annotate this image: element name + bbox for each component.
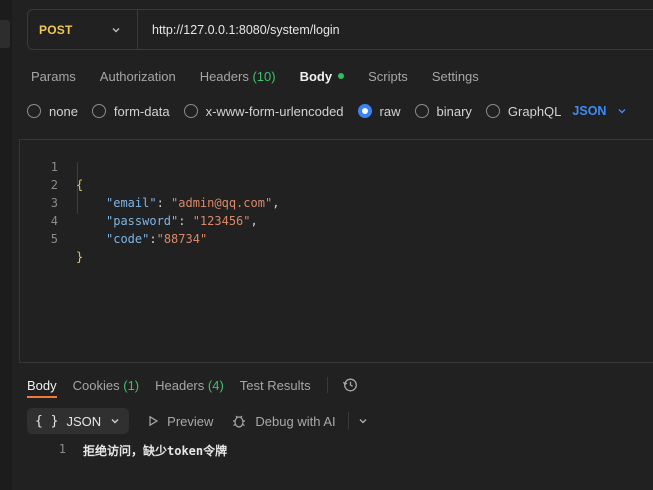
radio-binary[interactable]: [414, 104, 429, 118]
request-body-editor[interactable]: 1 { 2 "email": "admin@qq.com", 3 "passwo…: [19, 139, 653, 363]
radio-urlencoded[interactable]: [183, 104, 198, 118]
tab-settings[interactable]: Settings: [432, 69, 479, 84]
editor-line: 3 "password": "123456",: [20, 176, 258, 228]
response-format-label: JSON: [66, 413, 102, 429]
chevron-down-icon: [112, 28, 120, 33]
response-tabs: Body Cookies (1) Headers (4) Test Result…: [27, 376, 358, 394]
tab-body[interactable]: Body: [300, 69, 345, 84]
preview-label: Preview: [167, 413, 214, 429]
response-tab-headers[interactable]: Headers (4): [155, 378, 224, 393]
request-url-bar: POST http://127.0.0.1:8080/system/login: [27, 9, 653, 50]
code-text: {: [76, 178, 84, 192]
code-text: "code":"88734": [106, 230, 207, 248]
body-type-urlencoded[interactable]: x-www-form-urlencoded: [183, 103, 344, 119]
chevron-down-icon[interactable]: [616, 105, 628, 117]
body-type-graphql[interactable]: GraphQL: [485, 103, 562, 119]
sidebar-strip: [0, 0, 12, 490]
response-format-select[interactable]: { } JSON: [27, 408, 130, 434]
body-type-binary-label: binary: [436, 103, 472, 119]
json-key: "email": [106, 196, 157, 210]
editor-line: 2 "email": "admin@qq.com",: [20, 158, 280, 210]
url-input[interactable]: http://127.0.0.1:8080/system/login: [138, 23, 340, 37]
tab-body-label: Body: [299, 68, 333, 84]
language-select[interactable]: JSON: [572, 104, 606, 118]
response-tab-cookies[interactable]: Cookies (1): [73, 378, 139, 393]
tab-headers[interactable]: Headers (10): [200, 69, 276, 84]
chevron-down-icon: [111, 419, 119, 424]
body-modified-dot: [338, 73, 345, 80]
play-icon: [149, 415, 159, 427]
code-text: }: [76, 250, 84, 264]
method-select[interactable]: POST: [28, 10, 138, 49]
json-value: "88734": [156, 232, 208, 246]
divider: [347, 412, 349, 430]
chevron-down-icon[interactable]: [357, 415, 369, 427]
body-type-form-data-label: form-data: [113, 103, 170, 119]
radio-raw[interactable]: [357, 104, 372, 118]
tab-headers-count: (10): [252, 68, 276, 84]
response-tab-cookies-label: Cookies: [72, 377, 120, 393]
json-colon: :: [149, 232, 157, 246]
response-tab-test-results[interactable]: Test Results: [240, 378, 311, 393]
divider: [326, 377, 328, 393]
headers-count: (4): [207, 377, 224, 393]
json-colon: :: [156, 196, 172, 210]
tab-authorization[interactable]: Authorization: [100, 69, 176, 84]
line-number: 1: [58, 442, 66, 456]
response-toolbar: { } JSON Preview Debug with AI: [27, 408, 369, 434]
response-text: 拒绝访问，缺少token令牌: [83, 444, 228, 458]
body-type-graphql-label: GraphQL: [507, 103, 562, 119]
cookies-count: (1): [123, 377, 140, 393]
request-tabs: Params Authorization Headers (10) Body S…: [31, 67, 503, 85]
response-tab-body[interactable]: Body: [27, 378, 57, 393]
json-value: "123456": [192, 214, 251, 228]
json-key: "code": [106, 232, 150, 246]
braces-icon: { }: [35, 413, 59, 429]
body-type-selector: none form-data x-www-form-urlencoded raw…: [27, 103, 628, 119]
body-type-raw-label: raw: [379, 103, 401, 119]
json-colon: :: [178, 214, 193, 228]
editor-line: 5 }: [20, 212, 83, 264]
json-comma: ,: [250, 214, 258, 228]
radio-graphql[interactable]: [485, 104, 500, 118]
line-number: 5: [50, 232, 58, 246]
tab-params[interactable]: Params: [31, 69, 76, 84]
body-type-raw[interactable]: raw: [357, 103, 401, 119]
code-text: "password": "123456",: [106, 212, 258, 230]
response-tab-headers-label: Headers: [155, 377, 205, 393]
editor-line: 4 "code":"88734": [20, 194, 207, 246]
json-value: "admin@qq.com": [171, 196, 273, 210]
method-label: POST: [39, 22, 73, 37]
debug-with-ai-button[interactable]: Debug with AI: [231, 413, 336, 429]
bug-icon: [233, 415, 246, 428]
json-key: "password": [106, 214, 179, 228]
body-type-binary[interactable]: binary: [414, 103, 472, 119]
body-type-none-label: none: [49, 103, 78, 119]
radio-none[interactable]: [27, 104, 41, 118]
tab-headers-label: Headers: [199, 68, 249, 84]
tab-scripts[interactable]: Scripts: [368, 69, 408, 84]
json-comma: ,: [272, 196, 280, 210]
editor-line: 1 {: [20, 140, 83, 192]
active-tab-indicator: [27, 396, 57, 398]
sidebar-tab-marker: [0, 20, 10, 48]
radio-form-data[interactable]: [91, 104, 106, 118]
body-type-none[interactable]: none: [27, 104, 78, 119]
preview-button[interactable]: Preview: [147, 414, 213, 429]
code-text: "email": "admin@qq.com",: [106, 194, 279, 212]
body-type-urlencoded-label: x-www-form-urlencoded: [205, 103, 344, 119]
body-type-form-data[interactable]: form-data: [91, 103, 170, 119]
debug-label: Debug with AI: [255, 413, 336, 429]
history-icon[interactable]: [342, 377, 358, 393]
